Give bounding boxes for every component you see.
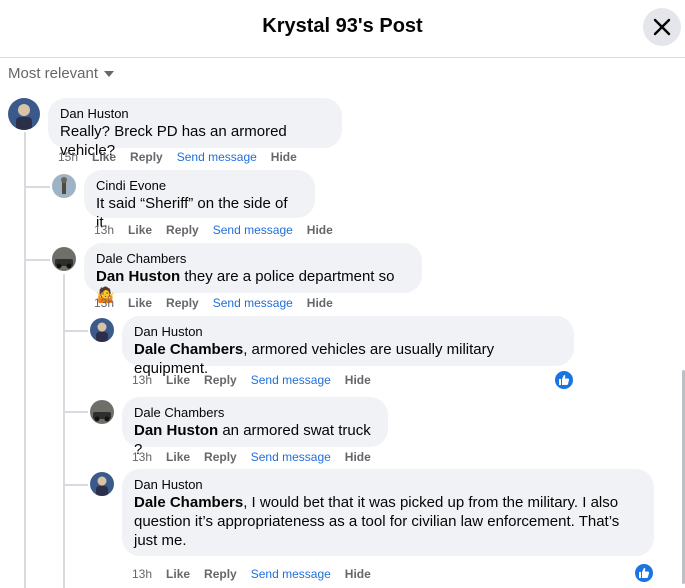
like-reaction-badge[interactable] [553,369,575,391]
send-message-link[interactable]: Send message [251,450,331,464]
avatar[interactable] [52,174,76,198]
close-button[interactable] [643,8,681,46]
comment-author[interactable]: Dan Huston [60,106,330,122]
mention-tag[interactable]: Dan Huston [134,422,218,439]
comment-bubble: Dan Huston Really? Breck PD has an armor… [48,98,342,159]
comment-timestamp[interactable]: 13h [94,296,114,310]
send-message-link[interactable]: Send message [213,223,293,237]
comment-bubble: Dale Chambers Dan Huston they are a poli… [84,243,422,304]
avatar-image [90,400,114,424]
reply-button[interactable]: Reply [204,373,237,387]
reply-button[interactable]: Reply [166,296,199,310]
thread-line [63,274,65,588]
comment-author[interactable]: Dale Chambers [96,251,410,267]
avatar-image [52,174,76,198]
thread-connector [63,330,88,332]
comment-author[interactable]: Dan Huston [134,324,562,340]
avatar-image [52,247,76,271]
like-reaction-badge[interactable] [633,562,655,584]
post-header: Krystal 93's Post [0,0,685,58]
avatar[interactable] [90,400,114,424]
mention-tag[interactable]: Dan Huston [96,268,180,285]
like-button[interactable]: Like [166,450,190,464]
thread-line [24,132,26,588]
avatar[interactable] [90,318,114,342]
comment-actions: 13h Like Reply Send message Hide [132,567,385,581]
send-message-link[interactable]: Send message [177,150,257,164]
comment-timestamp[interactable]: 13h [132,450,152,464]
comment-actions: 13h Like Reply Send message Hide [132,450,385,464]
hide-button[interactable]: Hide [345,373,371,387]
sort-label: Most relevant [8,65,99,82]
close-icon [653,18,671,36]
comment-timestamp[interactable]: 13h [132,373,152,387]
avatar-image [90,472,114,496]
send-message-link[interactable]: Send message [251,567,331,581]
caret-down-icon [104,70,115,77]
comment-actions: 13h Like Reply Send message Hide [132,373,385,387]
thumbs-up-icon [639,568,650,578]
avatar[interactable] [8,98,40,130]
comment-bubble: Dan Huston Dale Chambers, I would bet th… [122,469,654,556]
comment-bubble: Cindi Evone It said “Sheriff” on the sid… [84,170,315,231]
avatar[interactable] [52,247,76,271]
send-message-link[interactable]: Send message [251,373,331,387]
comment-actions: 13h Like Reply Send message Hide [94,223,347,237]
mention-tag[interactable]: Dale Chambers [134,341,243,358]
page-title: Krystal 93's Post [262,15,423,37]
reply-button[interactable]: Reply [204,567,237,581]
comment-author[interactable]: Dale Chambers [134,405,376,421]
mention-tag[interactable]: Dale Chambers [134,494,243,511]
hide-button[interactable]: Hide [271,150,297,164]
hide-button[interactable]: Hide [307,223,333,237]
send-message-link[interactable]: Send message [213,296,293,310]
thread-connector [63,484,88,486]
thumbs-up-icon [559,375,570,385]
avatar-image [90,318,114,342]
comment-text: Dale Chambers, I would bet that it was p… [134,493,642,550]
hide-button[interactable]: Hide [345,450,371,464]
thread-connector [24,186,50,188]
hide-button[interactable]: Hide [307,296,333,310]
comment-bubble: Dale Chambers Dan Huston an armored swat… [122,397,388,458]
reply-button[interactable]: Reply [166,223,199,237]
like-button[interactable]: Like [92,150,116,164]
reply-button[interactable]: Reply [204,450,237,464]
avatar-image [8,98,40,130]
comment-actions: 15h Like Reply Send message Hide [58,150,311,164]
hide-button[interactable]: Hide [345,567,371,581]
sort-dropdown[interactable]: Most relevant [8,65,115,82]
reply-button[interactable]: Reply [130,150,163,164]
comment-bubble: Dan Huston Dale Chambers, armored vehicl… [122,316,574,377]
comment-timestamp[interactable]: 13h [132,567,152,581]
comment-actions: 13h Like Reply Send message Hide [94,296,347,310]
comment-author[interactable]: Cindi Evone [96,178,303,194]
avatar[interactable] [90,472,114,496]
thread-connector [63,411,88,413]
comment-timestamp[interactable]: 13h [94,223,114,237]
thread-connector [24,259,50,261]
like-button[interactable]: Like [128,223,152,237]
comment-author[interactable]: Dan Huston [134,477,642,493]
like-button[interactable]: Like [128,296,152,310]
like-button[interactable]: Like [166,567,190,581]
like-button[interactable]: Like [166,373,190,387]
comment-timestamp[interactable]: 15h [58,150,78,164]
